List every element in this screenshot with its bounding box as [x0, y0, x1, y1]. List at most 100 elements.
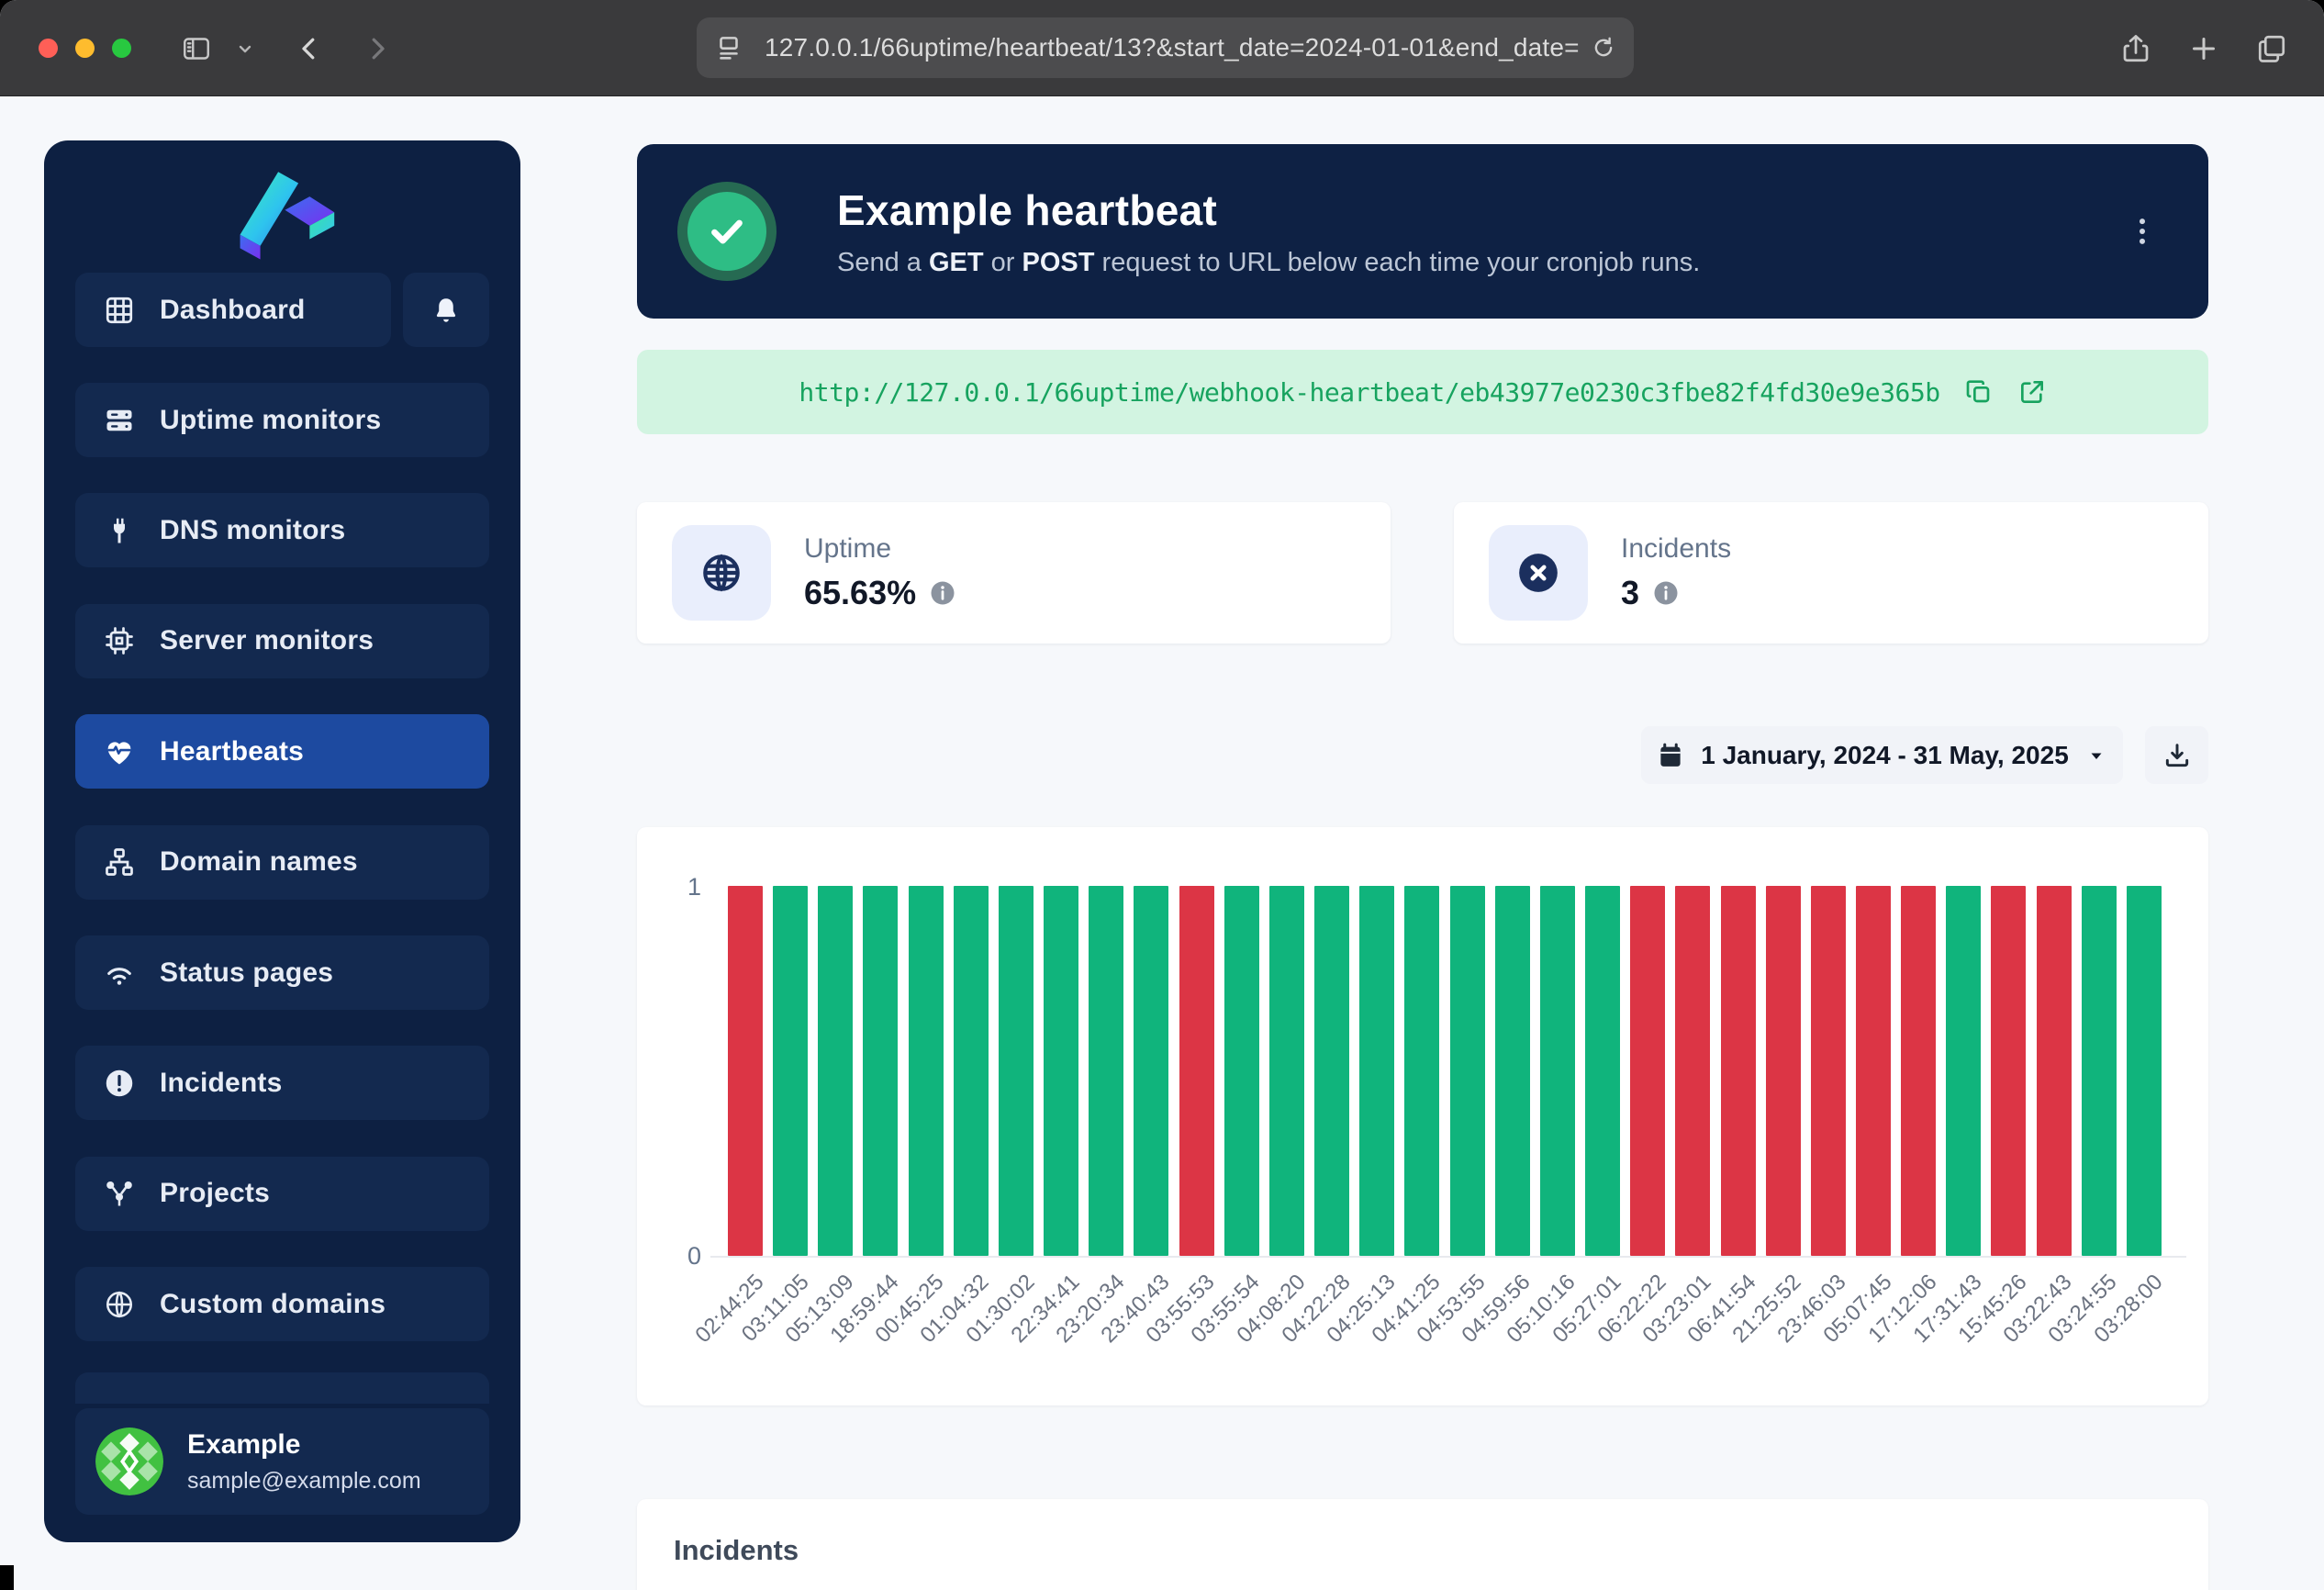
globe-icon: [103, 1288, 136, 1321]
heartbeat-bar-down[interactable]: [1721, 886, 1756, 1256]
heart-pulse-icon: [103, 735, 136, 768]
share-icon[interactable]: [2115, 28, 2157, 70]
heartbeat-bar-up[interactable]: [2127, 886, 2162, 1256]
page-title: Example heartbeat: [837, 185, 2117, 235]
date-range-picker[interactable]: 1 January, 2024 - 31 May, 2025: [1641, 726, 2123, 784]
heartbeat-bar-up[interactable]: [1404, 886, 1439, 1256]
incidents-label: Incidents: [1621, 533, 1731, 565]
heartbeat-bar-up[interactable]: [909, 886, 944, 1256]
heartbeat-bar-down[interactable]: [1630, 886, 1665, 1256]
globe-icon: [672, 525, 771, 621]
heartbeat-bar-up[interactable]: [1044, 886, 1078, 1256]
sidebar-row-uptime-monitors: Uptime monitors: [75, 383, 489, 457]
heartbeat-bar-up[interactable]: [773, 886, 808, 1256]
heartbeat-bar-down[interactable]: [1856, 886, 1891, 1256]
notifications-button[interactable]: [403, 273, 489, 347]
cpu-icon: [103, 624, 136, 657]
sidebar-item-label: Uptime monitors: [160, 405, 381, 436]
heartbeat-bar-down[interactable]: [1901, 886, 1936, 1256]
sidebar-item-projects[interactable]: Projects: [75, 1157, 489, 1231]
sidebar-item-incidents[interactable]: Incidents: [75, 1046, 489, 1120]
uptime-value: 65.63%: [804, 574, 916, 612]
external-link-icon[interactable]: [2017, 377, 2047, 407]
x-axis-line: [710, 1256, 2186, 1258]
heartbeat-bar-up[interactable]: [1269, 886, 1304, 1256]
heartbeat-history-chart: 1 0 02:44:2503:11:0505:13:0918:59:4400:4…: [637, 827, 2208, 1405]
sidebar-row-projects: Projects: [75, 1157, 489, 1231]
heartbeat-bar-down[interactable]: [728, 886, 763, 1256]
sidebar-item-label: Domain names: [160, 846, 358, 878]
heartbeat-bar-up[interactable]: [2082, 886, 2117, 1256]
sidebar-item-custom-domains[interactable]: Custom domains: [75, 1267, 489, 1341]
sidebar-item-uptime-monitors[interactable]: Uptime monitors: [75, 383, 489, 457]
uptime-label: Uptime: [804, 533, 956, 565]
heartbeat-bar-down[interactable]: [1811, 886, 1846, 1256]
back-icon[interactable]: [288, 28, 330, 70]
sidebar-item-label: Heartbeats: [160, 736, 304, 767]
sidebar-item-label: Custom domains: [160, 1289, 385, 1320]
heartbeat-bar-up[interactable]: [1134, 886, 1168, 1256]
page-subtitle: Send a GET or POST request to URL below …: [837, 248, 2117, 278]
download-button[interactable]: [2145, 726, 2208, 784]
sidebar: Dashboard Uptime monitors DNS monitors Ser…: [44, 140, 520, 1542]
minimize-button[interactable]: [75, 39, 95, 58]
heartbeat-bar-down[interactable]: [1675, 886, 1710, 1256]
sidebar-row-dashboard: Dashboard: [75, 273, 489, 347]
address-bar[interactable]: 127.0.0.1/66uptime/heartbeat/13?&start_d…: [697, 17, 1634, 78]
sidebar-toggle-icon[interactable]: [175, 28, 218, 70]
heartbeat-bar-down[interactable]: [2037, 886, 2072, 1256]
sidebar-row-incidents: Incidents: [75, 1046, 489, 1120]
profile-card[interactable]: Example sample@example.com: [75, 1408, 489, 1515]
sidebar-item-label: Dashboard: [160, 295, 306, 326]
more-options-button[interactable]: [2117, 206, 2168, 257]
sidebar-item-server-monitors[interactable]: Server monitors: [75, 604, 489, 678]
browser-window: 127.0.0.1/66uptime/heartbeat/13?&start_d…: [0, 0, 2324, 1590]
heartbeat-bar-up[interactable]: [1224, 886, 1259, 1256]
sidebar-item-label: Server monitors: [160, 625, 374, 656]
heartbeat-bar-up[interactable]: [818, 886, 853, 1256]
sidebar-row-domain-names: Domain names: [75, 825, 489, 900]
heartbeat-bar-up[interactable]: [1585, 886, 1620, 1256]
download-icon: [2162, 741, 2192, 770]
heartbeat-bar-up[interactable]: [999, 886, 1034, 1256]
forward-icon[interactable]: [356, 28, 398, 70]
sidebar-item-status-pages[interactable]: Status pages: [75, 935, 489, 1010]
heartbeat-bar-down[interactable]: [1179, 886, 1214, 1256]
sidebar-item-dns-monitors[interactable]: DNS monitors: [75, 493, 489, 567]
incidents-section-title: Incidents: [674, 1534, 2172, 1567]
sidebar-item-domain-names[interactable]: Domain names: [75, 825, 489, 900]
heartbeat-bar-up[interactable]: [1540, 886, 1575, 1256]
heartbeat-header-card: Example heartbeat Send a GET or POST req…: [637, 144, 2208, 319]
heartbeat-bar-up[interactable]: [1450, 886, 1485, 1256]
heartbeat-bar-up[interactable]: [1495, 886, 1530, 1256]
webhook-url-box: http://127.0.0.1/66uptime/webhook-heartb…: [637, 350, 2208, 434]
heartbeat-bar-up[interactable]: [1314, 886, 1349, 1256]
profile-name: Example: [187, 1429, 421, 1461]
heartbeat-bar-up[interactable]: [1089, 886, 1123, 1256]
info-icon[interactable]: [929, 579, 956, 607]
heartbeat-bar-up[interactable]: [863, 886, 898, 1256]
chevron-down-icon[interactable]: [224, 28, 266, 70]
zoom-button[interactable]: [112, 39, 131, 58]
date-range-text: 1 January, 2024 - 31 May, 2025: [1701, 741, 2069, 770]
sidebar-item-dashboard[interactable]: Dashboard: [75, 273, 391, 347]
sidebar-row-server-monitors: Server monitors: [75, 604, 489, 678]
heartbeat-bar-down[interactable]: [1766, 886, 1801, 1256]
info-icon[interactable]: [1652, 579, 1680, 607]
page-settings-icon[interactable]: [713, 32, 744, 63]
heartbeat-bar-up[interactable]: [1946, 886, 1981, 1256]
heartbeat-bar-down[interactable]: [1991, 886, 2026, 1256]
heartbeat-bar-up[interactable]: [954, 886, 989, 1256]
heartbeat-bar-up[interactable]: [1359, 886, 1394, 1256]
close-button[interactable]: [39, 39, 58, 58]
sidebar-item-partial[interactable]: [75, 1372, 489, 1404]
incidents-stat-card: Incidents 3: [1454, 502, 2208, 644]
url-text[interactable]: 127.0.0.1/66uptime/heartbeat/13?&start_d…: [765, 33, 1590, 62]
new-tab-icon[interactable]: [2183, 28, 2225, 70]
sidebar-item-heartbeats[interactable]: Heartbeats: [75, 714, 489, 789]
avatar: [95, 1428, 163, 1495]
tab-overview-icon[interactable]: [2251, 28, 2293, 70]
reload-icon[interactable]: [1590, 34, 1617, 62]
copy-icon[interactable]: [1964, 377, 1994, 407]
webhook-url[interactable]: http://127.0.0.1/66uptime/webhook-heartb…: [799, 377, 1939, 408]
